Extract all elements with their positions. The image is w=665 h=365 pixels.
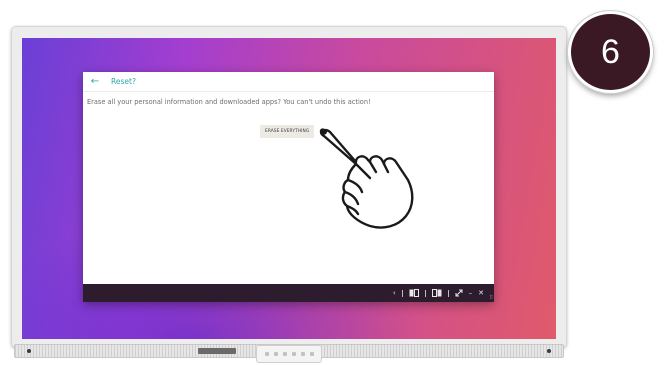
- reset-dialog-window: ← Reset? Erase all your personal informa…: [83, 72, 494, 302]
- dock-right-icon[interactable]: [431, 289, 442, 297]
- step-number-badge: 6: [568, 11, 653, 93]
- expand-icon[interactable]: [455, 289, 463, 297]
- minimize-icon[interactable]: –: [469, 289, 473, 297]
- screenshot: ← Reset? Erase all your personal informa…: [0, 0, 665, 365]
- back-arrow-icon[interactable]: ←: [83, 72, 107, 92]
- window-titlebar: ← Reset?: [83, 72, 494, 92]
- divider: [401, 289, 403, 297]
- panel-button-icon[interactable]: [273, 352, 278, 356]
- port-icon: [198, 348, 236, 354]
- resize-grip-icon[interactable]: ⠿: [489, 296, 493, 301]
- warning-message: Erase all your personal information and …: [87, 98, 371, 106]
- divider: [424, 289, 426, 297]
- front-panel-buttons: [256, 345, 322, 363]
- indicator-dot: [27, 349, 31, 353]
- divider: [447, 289, 449, 297]
- window-taskbar: ‹ – ✕ ⠿: [83, 284, 494, 302]
- panel-button-icon[interactable]: [300, 352, 305, 356]
- panel-button-icon[interactable]: [291, 352, 296, 356]
- panel-button-icon[interactable]: [282, 352, 287, 356]
- panel-button-icon[interactable]: [309, 352, 314, 356]
- dock-left-icon[interactable]: [409, 289, 419, 297]
- erase-everything-button[interactable]: ERASE EVERYTHING: [260, 125, 315, 138]
- indicator-dot: [547, 349, 551, 353]
- chevron-left-icon[interactable]: ‹: [393, 289, 396, 297]
- panel-button-icon[interactable]: [264, 352, 269, 356]
- pointing-hand-icon: [319, 128, 414, 229]
- close-icon[interactable]: ✕: [478, 289, 484, 297]
- page-title: Reset?: [111, 77, 136, 86]
